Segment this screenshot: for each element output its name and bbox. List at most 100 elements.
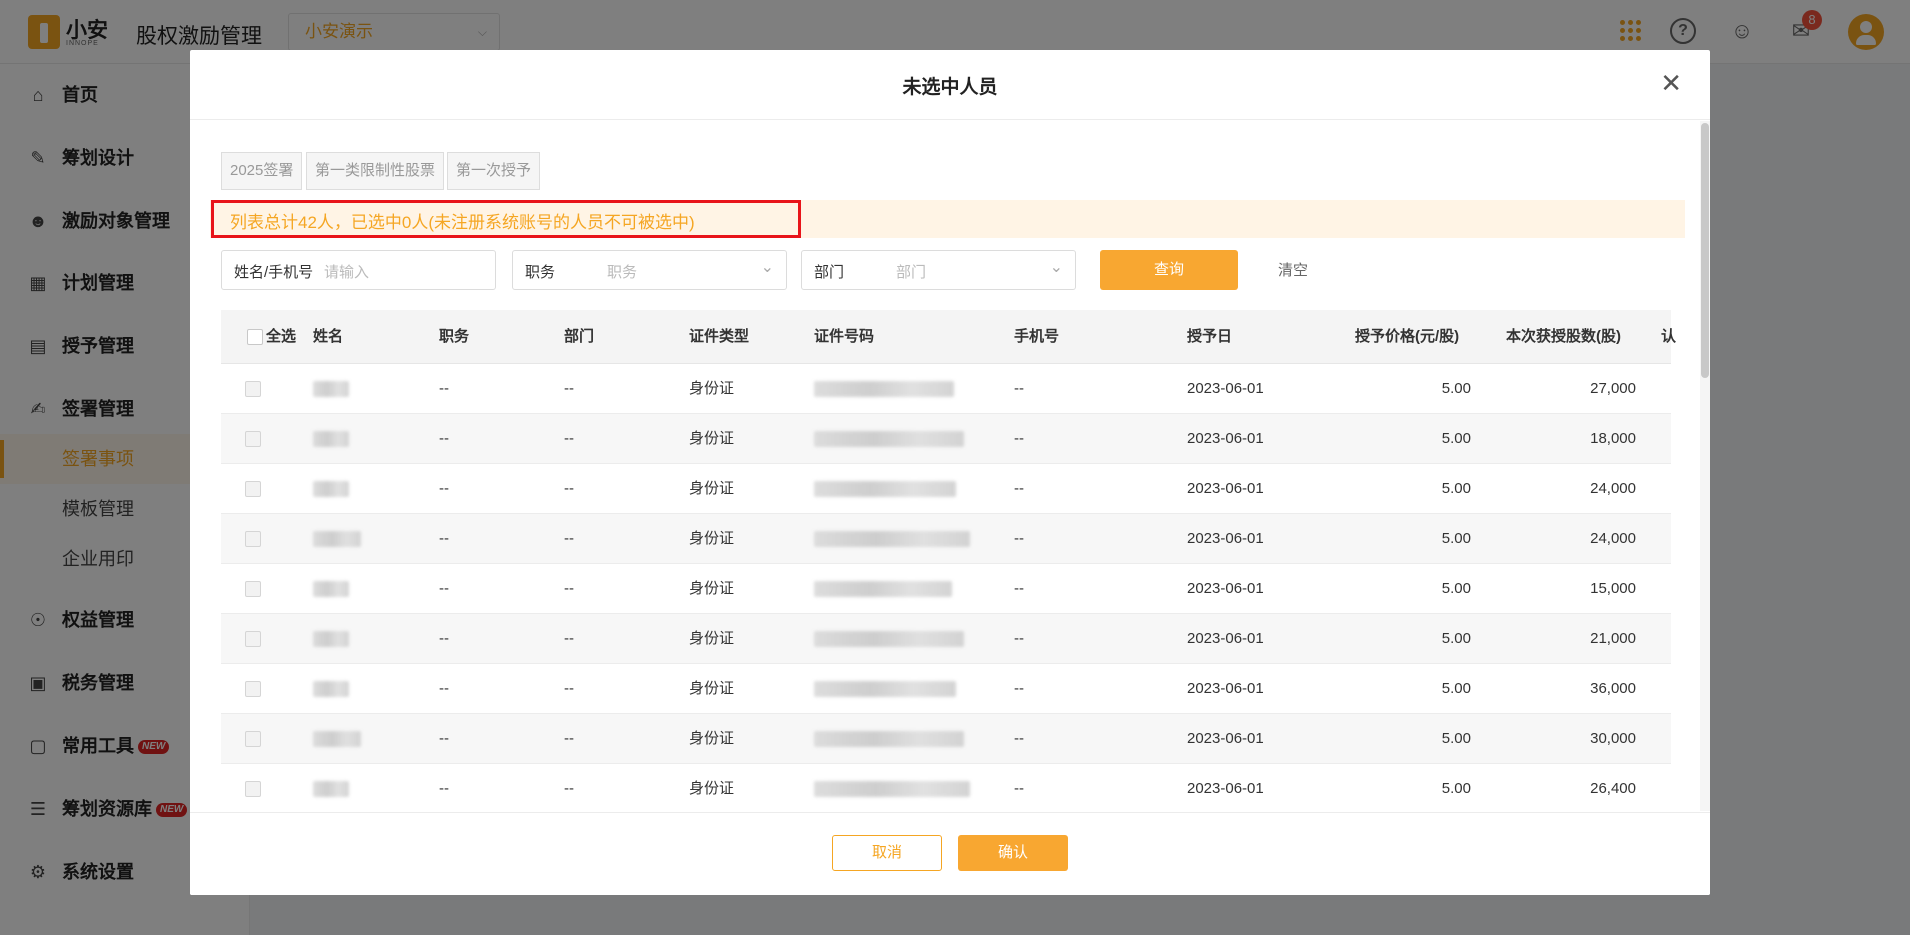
cell-grant-price: 5.00 [1441, 480, 1471, 497]
redacted-id-number [814, 581, 952, 597]
tag-sign-year: 2025签署 [221, 152, 303, 190]
cell-grant-date: 2023-06-01 [1187, 580, 1264, 597]
redacted-name [313, 531, 361, 547]
redacted-name [313, 581, 349, 597]
cell-phone: -- [1014, 380, 1024, 397]
position-select[interactable]: 职务 职务 ⌄ [512, 250, 787, 290]
cell-grant-price: 5.00 [1441, 730, 1471, 747]
cell-department: -- [564, 430, 574, 447]
table-row[interactable]: -- -- 身份证 -- 2023-06-01 5.00 27,000 [221, 364, 1671, 414]
redacted-name [313, 681, 349, 697]
department-select[interactable]: 部门 部门 ⌄ [801, 250, 1076, 290]
cell-grant-price: 5.00 [1441, 530, 1471, 547]
tag-grant-round: 第一次授予 [447, 152, 541, 190]
column-select-all[interactable]: 全选 [266, 310, 296, 364]
cell-grant-price: 5.00 [1441, 680, 1471, 697]
table-row[interactable]: -- -- 身份证 -- 2023-06-01 5.00 21,000 [221, 614, 1671, 664]
cell-granted-shares: 30,000 [1590, 730, 1636, 747]
cell-grant-price: 5.00 [1441, 380, 1471, 397]
query-button[interactable]: 查询 [1100, 250, 1238, 290]
notice-text: 列表总计42人，已选中0人(未注册系统账号的人员不可被选中) [230, 213, 695, 232]
cell-id-type: 身份证 [689, 680, 735, 697]
cell-department: -- [564, 680, 574, 697]
cell-id-type: 身份证 [689, 430, 735, 447]
cell-id-type: 身份证 [689, 380, 735, 397]
dialog-scrollbar-thumb[interactable] [1701, 123, 1709, 378]
row-checkbox[interactable] [245, 681, 261, 697]
cell-position: -- [439, 380, 449, 397]
cell-position: -- [439, 730, 449, 747]
redacted-name [313, 431, 349, 447]
cell-granted-shares: 15,000 [1590, 580, 1636, 597]
cell-position: -- [439, 430, 449, 447]
redacted-id-number [814, 431, 964, 447]
cell-department: -- [564, 730, 574, 747]
cell-grant-date: 2023-06-01 [1187, 530, 1264, 547]
cell-phone: -- [1014, 530, 1024, 547]
select-all-checkbox[interactable] [247, 329, 263, 345]
column-grant-date: 授予日 [1187, 328, 1233, 345]
cell-id-type: 身份证 [689, 780, 735, 797]
redacted-id-number [814, 731, 964, 747]
column-truncated: 认 [1661, 328, 1677, 345]
redacted-name [313, 631, 349, 647]
cancel-button[interactable]: 取消 [832, 835, 942, 871]
row-checkbox[interactable] [245, 531, 261, 547]
cell-id-type: 身份证 [689, 580, 735, 597]
table-row[interactable]: -- -- 身份证 -- 2023-06-01 5.00 36,000 [221, 664, 1671, 714]
row-checkbox[interactable] [245, 431, 261, 447]
row-checkbox[interactable] [245, 381, 261, 397]
redacted-name [313, 381, 349, 397]
cell-department: -- [564, 780, 574, 797]
table-row[interactable]: -- -- 身份证 -- 2023-06-01 5.00 30,000 [221, 714, 1671, 764]
redacted-id-number [814, 531, 970, 547]
redacted-name [313, 481, 349, 497]
redacted-id-number [814, 631, 964, 647]
cell-phone: -- [1014, 630, 1024, 647]
table-row[interactable]: -- -- 身份证 -- 2023-06-01 5.00 24,000 [221, 464, 1671, 514]
redacted-id-number [814, 681, 956, 697]
cell-department: -- [564, 580, 574, 597]
cell-id-type: 身份证 [689, 480, 735, 497]
redacted-id-number [814, 481, 956, 497]
cell-grant-price: 5.00 [1441, 630, 1471, 647]
chevron-down-icon: ⌄ [1049, 259, 1063, 276]
row-checkbox[interactable] [245, 731, 261, 747]
column-name: 姓名 [313, 328, 344, 345]
clear-button[interactable]: 清空 [1278, 259, 1308, 280]
table-row[interactable]: -- -- 身份证 -- 2023-06-01 5.00 24,000 [221, 514, 1671, 564]
cell-id-type: 身份证 [689, 730, 735, 747]
cell-phone: -- [1014, 430, 1024, 447]
cell-granted-shares: 21,000 [1590, 630, 1636, 647]
table-row[interactable]: -- -- 身份证 -- 2023-06-01 5.00 18,000 [221, 414, 1671, 464]
cell-position: -- [439, 530, 449, 547]
row-checkbox[interactable] [245, 631, 261, 647]
column-id-number: 证件号码 [814, 328, 875, 345]
row-checkbox[interactable] [245, 781, 261, 797]
cell-granted-shares: 36,000 [1590, 680, 1636, 697]
cell-granted-shares: 27,000 [1590, 380, 1636, 397]
row-checkbox[interactable] [245, 581, 261, 597]
cell-phone: -- [1014, 730, 1024, 747]
cell-grant-date: 2023-06-01 [1187, 730, 1264, 747]
table-row[interactable]: -- -- 身份证 -- 2023-06-01 5.00 15,000 [221, 564, 1671, 614]
cell-position: -- [439, 480, 449, 497]
table-header: 全选 姓名 职务 部门 证件类型 证件号码 手机号 授予日 授予价格(元/股) … [221, 310, 1676, 364]
table-row[interactable]: -- -- 身份证 -- 2023-06-01 5.00 26,400 [221, 764, 1671, 811]
row-checkbox[interactable] [245, 481, 261, 497]
cell-department: -- [564, 630, 574, 647]
cell-phone: -- [1014, 480, 1024, 497]
cell-position: -- [439, 680, 449, 697]
cell-phone: -- [1014, 580, 1024, 597]
redacted-name [313, 731, 361, 747]
column-phone: 手机号 [1014, 328, 1060, 345]
confirm-button[interactable]: 确认 [958, 835, 1068, 871]
cell-grant-date: 2023-06-01 [1187, 480, 1264, 497]
name-phone-field[interactable]: 姓名/手机号 请输入 [221, 250, 496, 290]
redacted-name [313, 781, 349, 797]
cell-position: -- [439, 780, 449, 797]
cell-phone: -- [1014, 780, 1024, 797]
position-placeholder: 职务 [607, 264, 638, 281]
name-phone-input[interactable]: 请输入 [324, 261, 369, 282]
cell-department: -- [564, 480, 574, 497]
